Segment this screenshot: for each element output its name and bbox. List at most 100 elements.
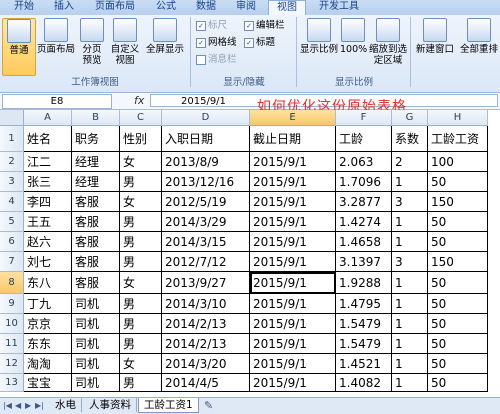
table-cell[interactable]: 客服 — [72, 212, 120, 232]
tab-home[interactable]: 开始 — [6, 0, 42, 14]
row-header[interactable]: 5 — [0, 212, 24, 232]
table-cell[interactable]: 2.063 — [336, 152, 392, 172]
table-cell[interactable]: 宝宝 — [24, 374, 72, 392]
table-cell[interactable]: 1.5479 — [336, 334, 392, 354]
table-cell[interactable]: 1.4795 — [336, 294, 392, 314]
row-header[interactable]: 11 — [0, 334, 24, 354]
row-header[interactable]: 4 — [0, 192, 24, 212]
table-cell[interactable]: 淘淘 — [24, 354, 72, 374]
tab-insert[interactable]: 插入 — [46, 0, 82, 14]
table-cell[interactable]: 2 — [392, 152, 428, 172]
table-cell[interactable]: 1 — [392, 272, 428, 294]
header-cell[interactable]: 性别 — [120, 126, 162, 152]
table-cell[interactable]: 1 — [392, 294, 428, 314]
column-header[interactable]: F — [336, 110, 392, 126]
prev-sheet-icon[interactable]: ◀ — [15, 401, 21, 410]
row-header[interactable]: 6 — [0, 232, 24, 252]
table-cell[interactable]: 2012/5/19 — [162, 192, 250, 212]
table-cell[interactable]: 司机 — [72, 334, 120, 354]
new-window-button[interactable]: 新建窗口 — [414, 18, 456, 74]
table-cell[interactable]: 2014/3/10 — [162, 294, 250, 314]
name-box[interactable]: E8 — [2, 94, 112, 109]
row-header[interactable]: 13 — [0, 374, 24, 392]
table-cell[interactable]: 1.4521 — [336, 354, 392, 374]
table-cell[interactable]: 50 — [428, 232, 488, 252]
column-header[interactable]: G — [392, 110, 428, 126]
table-cell[interactable]: 赵六 — [24, 232, 72, 252]
table-cell[interactable]: 1.4658 — [336, 232, 392, 252]
table-cell[interactable]: 2013/9/27 — [162, 272, 250, 294]
table-cell[interactable]: 150 — [428, 252, 488, 272]
table-cell[interactable]: 2015/9/1 — [250, 334, 336, 354]
table-cell[interactable]: 2015/9/1 — [250, 152, 336, 172]
insert-sheet-icon[interactable]: ✎ — [204, 399, 213, 412]
table-cell[interactable]: 客服 — [72, 192, 120, 212]
tab-page-layout[interactable]: 页面布局 — [86, 0, 144, 14]
page-layout-view-button[interactable]: 页面布局 — [36, 18, 76, 74]
table-cell[interactable]: 东八 — [24, 272, 72, 294]
table-cell[interactable]: 男 — [120, 314, 162, 334]
headings-checkbox[interactable]: ✓ 标题 — [244, 37, 275, 49]
column-header[interactable]: A — [24, 110, 72, 126]
tab-developer[interactable]: 开发工具 — [310, 0, 368, 14]
table-cell[interactable]: 2014/3/15 — [162, 232, 250, 252]
header-cell[interactable]: 系数 — [392, 126, 428, 152]
sheet-tab-water-electric[interactable]: 水电 — [50, 398, 82, 412]
table-cell[interactable]: 2015/9/1 — [250, 272, 336, 294]
table-cell[interactable]: 3.2877 — [336, 192, 392, 212]
table-cell[interactable]: 50 — [428, 212, 488, 232]
tab-view[interactable]: 视图 — [268, 0, 306, 16]
table-cell[interactable]: 2015/9/1 — [250, 294, 336, 314]
header-cell[interactable]: 入职日期 — [162, 126, 250, 152]
table-cell[interactable]: 司机 — [72, 294, 120, 314]
table-cell[interactable]: 女 — [120, 192, 162, 212]
table-cell[interactable]: 1 — [392, 232, 428, 252]
select-all-corner[interactable] — [0, 110, 24, 126]
table-cell[interactable]: 2015/9/1 — [250, 172, 336, 192]
table-cell[interactable]: 2013/12/16 — [162, 172, 250, 192]
table-cell[interactable]: 2015/9/1 — [250, 252, 336, 272]
row-header[interactable]: 3 — [0, 172, 24, 192]
table-cell[interactable]: 2013/8/9 — [162, 152, 250, 172]
table-cell[interactable]: 女 — [120, 152, 162, 172]
table-cell[interactable]: 1.4082 — [336, 374, 392, 392]
header-cell[interactable]: 工龄 — [336, 126, 392, 152]
formula-bar-checkbox[interactable]: ✓ 编辑栏 — [244, 20, 285, 32]
table-cell[interactable]: 王五 — [24, 212, 72, 232]
table-cell[interactable]: 3.1397 — [336, 252, 392, 272]
table-cell[interactable]: 女 — [120, 272, 162, 294]
table-cell[interactable]: 东东 — [24, 334, 72, 354]
table-cell[interactable]: 司机 — [72, 354, 120, 374]
table-cell[interactable]: 司机 — [72, 314, 120, 334]
zoom-selection-button[interactable]: 缩放到选定区域 — [368, 18, 408, 74]
header-cell[interactable]: 截止日期 — [250, 126, 336, 152]
table-cell[interactable]: 女 — [120, 354, 162, 374]
column-header[interactable]: C — [120, 110, 162, 126]
table-cell[interactable]: 2014/3/29 — [162, 212, 250, 232]
header-cell[interactable]: 姓名 — [24, 126, 72, 152]
table-cell[interactable]: 1.7096 — [336, 172, 392, 192]
sheet-tab-seniority-pay[interactable]: 工龄工资1 — [138, 398, 199, 413]
table-cell[interactable]: 50 — [428, 374, 488, 392]
table-cell[interactable]: 2015/9/1 — [250, 232, 336, 252]
table-cell[interactable]: 经理 — [72, 172, 120, 192]
table-cell[interactable]: 2012/7/12 — [162, 252, 250, 272]
tab-formulas[interactable]: 公式 — [148, 0, 184, 14]
table-cell[interactable]: 50 — [428, 354, 488, 374]
table-cell[interactable]: 李四 — [24, 192, 72, 212]
row-header[interactable]: 9 — [0, 294, 24, 314]
row-header[interactable]: 2 — [0, 152, 24, 172]
table-cell[interactable]: 1 — [392, 314, 428, 334]
row-header[interactable]: 1 — [0, 126, 24, 152]
table-cell[interactable]: 客服 — [72, 232, 120, 252]
table-cell[interactable]: 50 — [428, 294, 488, 314]
zoom-button[interactable]: 显示比例 — [300, 18, 338, 74]
tab-review[interactable]: 审阅 — [228, 0, 264, 14]
table-cell[interactable]: 1 — [392, 374, 428, 392]
table-cell[interactable]: 1 — [392, 212, 428, 232]
table-cell[interactable]: 2014/2/13 — [162, 314, 250, 334]
table-cell[interactable]: 2015/9/1 — [250, 212, 336, 232]
tab-data[interactable]: 数据 — [188, 0, 224, 14]
arrange-all-button[interactable]: 全部重排 — [458, 18, 500, 74]
column-header[interactable]: B — [72, 110, 120, 126]
